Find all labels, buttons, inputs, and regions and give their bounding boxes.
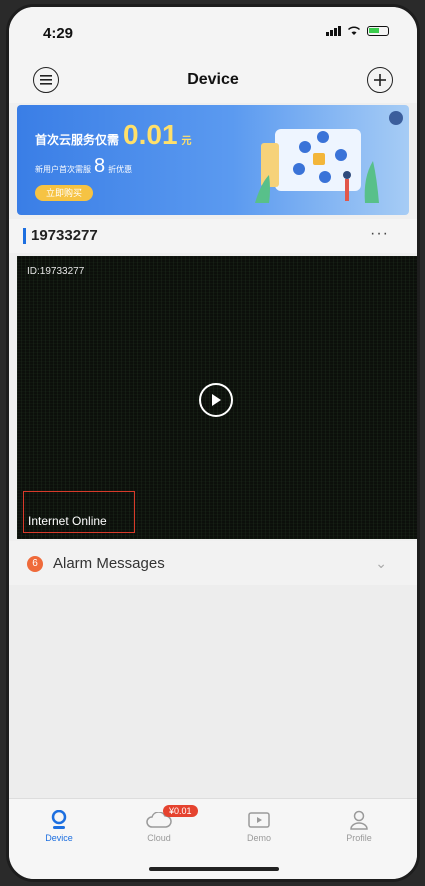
- more-options-button[interactable]: ···: [370, 225, 389, 243]
- banner-subtext: 新用户首次需服 8 折优惠: [35, 155, 132, 178]
- tab-bar: Device ¥0.01 Cloud Demo Profile: [9, 798, 417, 879]
- play-icon: [212, 394, 221, 406]
- banner-sub-text: 新用户首次需服: [35, 165, 91, 174]
- wifi-icon: [347, 26, 361, 35]
- alarm-messages-row[interactable]: 6 Alarm Messages ⌄: [9, 541, 417, 585]
- plus-icon: [374, 74, 386, 86]
- online-status-highlight: Internet Online: [23, 491, 135, 533]
- banner-price-unit: 元: [181, 136, 192, 147]
- banner-sub-highlight: 8: [94, 155, 106, 177]
- device-header: 19733277 ···: [9, 219, 417, 253]
- banner-headline: 首次云服务仅需 0.01 元: [35, 119, 192, 151]
- tab-demo[interactable]: Demo: [219, 807, 299, 843]
- tab-device-label: Device: [45, 833, 73, 843]
- tab-demo-label: Demo: [246, 833, 271, 843]
- page-title: Device: [187, 71, 239, 88]
- nav-bar: Device: [9, 57, 417, 103]
- video-preview[interactable]: ID:19733277 Internet Online: [17, 256, 417, 539]
- promo-banner[interactable]: 首次云服务仅需 0.01 元 新用户首次需服 8 折优惠 立即购买: [17, 105, 409, 215]
- status-icons: [326, 25, 389, 36]
- device-header-accent: [23, 228, 26, 244]
- status-bar: 4:29: [9, 7, 417, 57]
- play-button[interactable]: [199, 383, 233, 417]
- home-indicator: [149, 867, 279, 871]
- tab-device[interactable]: Device: [19, 807, 99, 843]
- content-area: [9, 585, 417, 805]
- cloud-price-badge: ¥0.01: [163, 805, 198, 817]
- tab-profile-label: Profile: [346, 833, 372, 843]
- cloud-storage-illustration: [255, 129, 379, 203]
- banner-sub-suffix: 折优惠: [108, 165, 133, 174]
- online-status: Internet Online: [28, 514, 107, 528]
- phone-frame: 4:29 Device 首次云服务仅需 0.01 元 新用户首次需服 8 折优惠…: [6, 4, 420, 882]
- banner-corner-icon[interactable]: [389, 111, 403, 125]
- banner-price: 0.01: [123, 119, 178, 150]
- status-time: 4:29: [43, 25, 74, 42]
- chevron-down-icon[interactable]: ⌄: [375, 555, 387, 572]
- device-tab-icon: [19, 807, 99, 833]
- tab-cloud[interactable]: ¥0.01 Cloud: [119, 805, 199, 843]
- alarm-badge: 6: [27, 556, 43, 572]
- battery-icon: [367, 25, 389, 36]
- add-device-button[interactable]: [367, 67, 393, 93]
- alarm-label: Alarm Messages: [53, 555, 165, 572]
- tab-cloud-label: Cloud: [147, 833, 171, 843]
- tab-profile[interactable]: Profile: [319, 807, 399, 843]
- device-name: 19733277: [31, 227, 98, 244]
- banner-headline-text: 首次云服务仅需: [35, 133, 120, 147]
- cellular-signal-icon: [326, 25, 341, 36]
- banner-cta-button[interactable]: 立即购买: [35, 185, 93, 201]
- demo-tab-icon: [219, 807, 299, 833]
- profile-tab-icon: [319, 807, 399, 833]
- video-device-id: ID:19733277: [27, 266, 85, 277]
